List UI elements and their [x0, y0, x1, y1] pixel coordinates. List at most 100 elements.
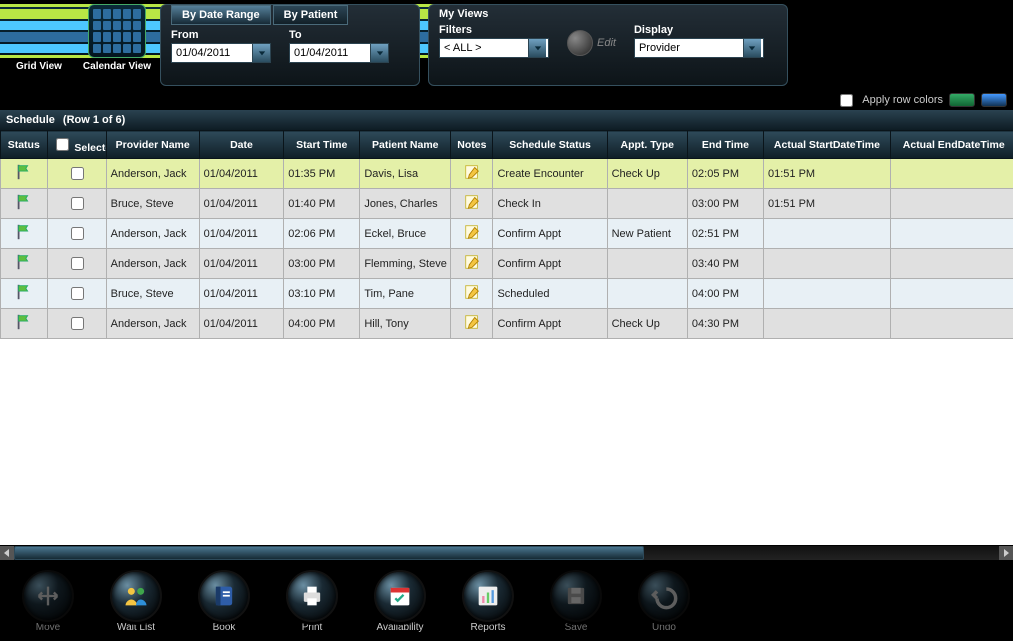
filters-dropdown-icon[interactable]: [528, 39, 546, 57]
move-icon: [34, 582, 62, 610]
filters-value[interactable]: [440, 40, 528, 56]
row-checkbox[interactable]: [71, 317, 84, 330]
select-all-checkbox[interactable]: [56, 138, 69, 151]
table-row[interactable]: Bruce, Steve01/04/201101:40 PMJones, Cha…: [1, 189, 1013, 219]
table-row[interactable]: Anderson, Jack01/04/201103:00 PMFlemming…: [1, 249, 1013, 279]
table-row[interactable]: Bruce, Steve01/04/201103:10 PMTim, PaneS…: [1, 279, 1013, 309]
undo-button[interactable]: Undo: [632, 570, 696, 633]
calendar-view-label: Calendar View: [83, 61, 151, 72]
to-date-value[interactable]: [290, 45, 370, 61]
cell-aed: [890, 309, 1013, 339]
to-label: To: [289, 29, 389, 41]
print-button[interactable]: Print: [280, 570, 344, 633]
flag-icon[interactable]: [15, 163, 33, 181]
horizontal-scrollbar[interactable]: [0, 545, 1013, 561]
cell-appt: [607, 249, 687, 279]
edit-label: Edit: [597, 37, 616, 49]
cell-provider: Anderson, Jack: [106, 309, 199, 339]
book-button[interactable]: Book: [192, 570, 256, 633]
cell-appt: [607, 279, 687, 309]
scroll-left-arrow[interactable]: [0, 546, 14, 560]
cell-date: 01/04/2011: [199, 159, 284, 189]
col-appt[interactable]: Appt. Type: [607, 131, 687, 159]
table-row[interactable]: Anderson, Jack01/04/201104:00 PMHill, To…: [1, 309, 1013, 339]
note-icon[interactable]: [463, 163, 481, 181]
cell-provider: Bruce, Steve: [106, 279, 199, 309]
from-date-input[interactable]: [171, 43, 271, 63]
color-segment-1[interactable]: [949, 93, 975, 107]
cell-patient: Jones, Charles: [360, 189, 451, 219]
calendar-view-icon: [88, 4, 146, 58]
col-patient[interactable]: Patient Name: [360, 131, 451, 159]
printer-icon: [298, 582, 326, 610]
note-icon[interactable]: [463, 313, 481, 331]
note-icon[interactable]: [463, 193, 481, 211]
edit-button[interactable]: Edit: [567, 30, 616, 56]
move-label: Move: [36, 622, 60, 633]
apply-row-colors-checkbox[interactable]: [840, 94, 853, 107]
col-notes[interactable]: Notes: [451, 131, 493, 159]
cell-aed: [890, 279, 1013, 309]
calendar-view-button[interactable]: Calendar View: [82, 4, 152, 72]
schedule-rowinfo: (Row 1 of 6): [63, 114, 125, 126]
col-date[interactable]: Date: [199, 131, 284, 159]
row-checkbox[interactable]: [71, 227, 84, 240]
table-row[interactable]: Anderson, Jack01/04/201102:06 PMEckel, B…: [1, 219, 1013, 249]
chart-icon: [474, 582, 502, 610]
display-value[interactable]: [635, 40, 743, 56]
reports-button[interactable]: Reports: [456, 570, 520, 633]
tab-by-patient[interactable]: By Patient: [273, 5, 349, 25]
table-row[interactable]: Anderson, Jack01/04/201101:35 PMDavis, L…: [1, 159, 1013, 189]
filters-select[interactable]: [439, 38, 549, 58]
col-sched[interactable]: Schedule Status: [493, 131, 607, 159]
book-label: Book: [213, 622, 236, 633]
row-checkbox[interactable]: [71, 257, 84, 270]
note-icon[interactable]: [463, 283, 481, 301]
cell-start: 01:35 PM: [284, 159, 360, 189]
display-select[interactable]: [634, 38, 764, 58]
undo-icon: [650, 582, 678, 610]
scroll-thumb[interactable]: [14, 546, 644, 560]
col-status[interactable]: Status: [1, 131, 48, 159]
flag-icon[interactable]: [15, 253, 33, 271]
color-segment-2[interactable]: [981, 93, 1007, 107]
move-button[interactable]: Move: [16, 570, 80, 633]
save-button[interactable]: Save: [544, 570, 608, 633]
flag-icon[interactable]: [15, 283, 33, 301]
row-checkbox[interactable]: [71, 167, 84, 180]
col-provider[interactable]: Provider Name: [106, 131, 199, 159]
availability-button[interactable]: Availability: [368, 570, 432, 633]
tab-by-date-range[interactable]: By Date Range: [171, 5, 271, 25]
col-asd[interactable]: Actual StartDateTime: [764, 131, 891, 159]
cell-aed: [890, 189, 1013, 219]
waitlist-label: Wait List: [117, 622, 155, 633]
from-label: From: [171, 29, 271, 41]
display-label: Display: [634, 24, 764, 36]
cell-patient: Davis, Lisa: [360, 159, 451, 189]
display-dropdown-icon[interactable]: [743, 39, 761, 57]
apply-row-colors-label: Apply row colors: [862, 94, 943, 106]
to-dropdown-icon[interactable]: [370, 44, 388, 62]
note-icon[interactable]: [463, 223, 481, 241]
cell-start: 02:06 PM: [284, 219, 360, 249]
to-date-input[interactable]: [289, 43, 389, 63]
reports-label: Reports: [470, 622, 505, 633]
col-aed[interactable]: Actual EndDateTime: [890, 131, 1013, 159]
flag-icon[interactable]: [15, 313, 33, 331]
flag-icon[interactable]: [15, 223, 33, 241]
from-date-value[interactable]: [172, 45, 252, 61]
flag-icon[interactable]: [15, 193, 33, 211]
cell-start: 03:10 PM: [284, 279, 360, 309]
cell-asd: [764, 309, 891, 339]
col-selected[interactable]: Selected: [47, 131, 106, 159]
from-dropdown-icon[interactable]: [252, 44, 270, 62]
row-checkbox[interactable]: [71, 287, 84, 300]
note-icon[interactable]: [463, 253, 481, 271]
waitlist-button[interactable]: Wait List: [104, 570, 168, 633]
col-start[interactable]: Start Time: [284, 131, 360, 159]
row-checkbox[interactable]: [71, 197, 84, 210]
grid-view-button[interactable]: Grid View: [4, 4, 74, 72]
col-end[interactable]: End Time: [687, 131, 763, 159]
scroll-right-arrow[interactable]: [999, 546, 1013, 560]
schedule-table: Status Selected Provider Name Date Start…: [0, 130, 1013, 339]
